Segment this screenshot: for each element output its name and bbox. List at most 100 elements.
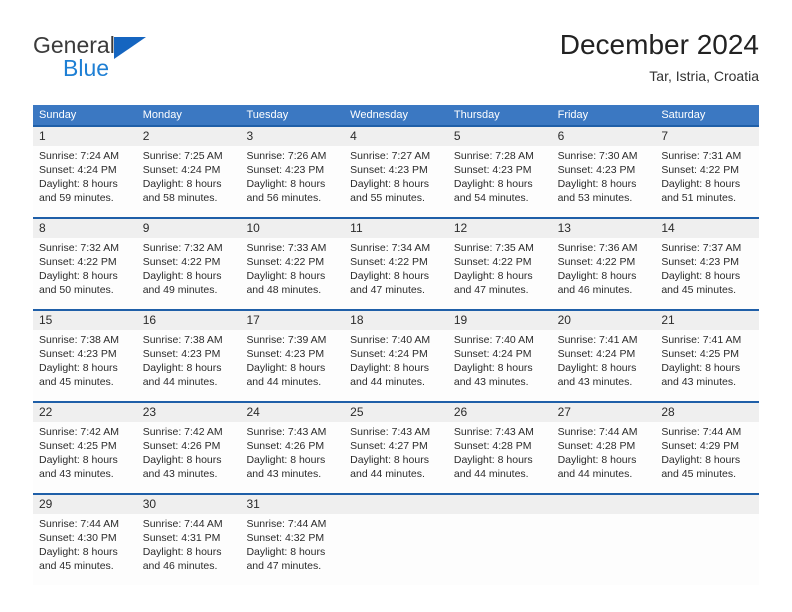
daylight-text2: and 43 minutes. (557, 376, 633, 388)
day-number[interactable]: 24 (240, 403, 344, 422)
sunset-text: Sunset: 4:24 PM (350, 348, 428, 360)
day-cell[interactable]: Sunrise: 7:33 AM Sunset: 4:22 PM Dayligh… (240, 238, 344, 309)
day-cell[interactable]: Sunrise: 7:28 AM Sunset: 4:23 PM Dayligh… (448, 146, 552, 217)
day-cell[interactable]: Sunrise: 7:43 AM Sunset: 4:26 PM Dayligh… (240, 422, 344, 493)
day-number[interactable]: 11 (344, 219, 448, 238)
day-number[interactable]: 19 (448, 311, 552, 330)
weekday-header-saturday: Saturday (661, 109, 706, 121)
day-cell[interactable]: Sunrise: 7:30 AM Sunset: 4:23 PM Dayligh… (552, 146, 656, 217)
day-number[interactable]: 27 (552, 403, 656, 422)
sunrise-text: Sunrise: 7:44 AM (246, 518, 327, 530)
week-info-strip: Sunrise: 7:38 AM Sunset: 4:23 PM Dayligh… (33, 330, 759, 401)
day-number[interactable]: 13 (552, 219, 656, 238)
page-subtitle: Tar, Istria, Croatia (649, 68, 759, 84)
day-number[interactable]: 17 (240, 311, 344, 330)
sunrise-text: Sunrise: 7:35 AM (453, 242, 534, 254)
weekday-header-thursday: Thursday (453, 109, 500, 121)
day-cell[interactable]: Sunrise: 7:34 AM Sunset: 4:22 PM Dayligh… (344, 238, 448, 309)
day-cell[interactable]: Sunrise: 7:37 AM Sunset: 4:23 PM Dayligh… (655, 238, 759, 309)
day-number[interactable]: 10 (240, 219, 344, 238)
day-cell[interactable]: Sunrise: 7:44 AM Sunset: 4:32 PM Dayligh… (240, 514, 344, 585)
day-number[interactable]: 9 (137, 219, 241, 238)
day-number[interactable]: 23 (137, 403, 241, 422)
sunrise-text: Sunrise: 7:30 AM (557, 150, 638, 162)
sunset-text: Sunset: 4:23 PM (453, 164, 532, 176)
daylight-text: Daylight: 8 hours (557, 362, 637, 374)
day-number[interactable]: 3 (240, 127, 344, 146)
day-cell[interactable]: Sunrise: 7:40 AM Sunset: 4:24 PM Dayligh… (344, 330, 448, 401)
day-number[interactable]: 2 (137, 127, 241, 146)
brand-logo[interactable]: General Blue (33, 32, 253, 92)
day-number[interactable]: 29 (33, 495, 137, 514)
sunrise-text: Sunrise: 7:44 AM (39, 518, 119, 530)
day-cell[interactable]: Sunrise: 7:39 AM Sunset: 4:23 PM Dayligh… (240, 330, 344, 401)
day-number[interactable]: 30 (137, 495, 241, 514)
day-number[interactable]: 22 (33, 403, 137, 422)
daylight-text: Daylight: 8 hours (661, 270, 741, 282)
day-cell[interactable]: Sunrise: 7:44 AM Sunset: 4:31 PM Dayligh… (137, 514, 241, 585)
day-number[interactable]: 8 (33, 219, 137, 238)
sunset-text: Sunset: 4:23 PM (557, 164, 636, 176)
day-cell[interactable]: Sunrise: 7:42 AM Sunset: 4:26 PM Dayligh… (137, 422, 241, 493)
day-cell[interactable]: Sunrise: 7:32 AM Sunset: 4:22 PM Dayligh… (33, 238, 137, 309)
day-cell[interactable]: Sunrise: 7:41 AM Sunset: 4:24 PM Dayligh… (552, 330, 656, 401)
sunset-text: Sunset: 4:23 PM (246, 164, 325, 176)
sunset-text: Sunset: 4:23 PM (142, 348, 221, 360)
daylight-text2: and 43 minutes. (39, 468, 114, 480)
day-cell[interactable]: Sunrise: 7:38 AM Sunset: 4:23 PM Dayligh… (33, 330, 137, 401)
daylight-text: Daylight: 8 hours (661, 178, 741, 190)
day-number[interactable]: 12 (448, 219, 552, 238)
day-cell[interactable]: Sunrise: 7:44 AM Sunset: 4:28 PM Dayligh… (552, 422, 656, 493)
day-number[interactable]: 14 (655, 219, 759, 238)
daylight-text: Daylight: 8 hours (453, 178, 533, 190)
day-number[interactable]: 25 (344, 403, 448, 422)
day-number[interactable]: 20 (552, 311, 656, 330)
day-number[interactable]: 1 (33, 127, 137, 146)
day-number[interactable]: 5 (448, 127, 552, 146)
sunrise-text: Sunrise: 7:43 AM (246, 426, 327, 438)
sunset-text: Sunset: 4:22 PM (661, 164, 739, 176)
daylight-text2: and 44 minutes. (453, 468, 529, 480)
daylight-text2: and 44 minutes. (557, 468, 633, 480)
day-cell[interactable]: Sunrise: 7:43 AM Sunset: 4:27 PM Dayligh… (344, 422, 448, 493)
day-cell[interactable]: Sunrise: 7:26 AM Sunset: 4:23 PM Dayligh… (240, 146, 344, 217)
day-cell[interactable]: Sunrise: 7:25 AM Sunset: 4:24 PM Dayligh… (137, 146, 241, 217)
day-cell[interactable]: Sunrise: 7:32 AM Sunset: 4:22 PM Dayligh… (137, 238, 241, 309)
day-number[interactable]: 28 (655, 403, 759, 422)
day-cell[interactable]: Sunrise: 7:41 AM Sunset: 4:25 PM Dayligh… (655, 330, 759, 401)
sunset-text: Sunset: 4:23 PM (246, 348, 325, 360)
day-cell[interactable]: Sunrise: 7:35 AM Sunset: 4:22 PM Dayligh… (448, 238, 552, 309)
day-cell[interactable]: Sunrise: 7:31 AM Sunset: 4:22 PM Dayligh… (655, 146, 759, 217)
day-number[interactable]: 6 (552, 127, 656, 146)
page-title: December 2024 (559, 29, 759, 60)
daylight-text: Daylight: 8 hours (246, 454, 326, 466)
day-cell[interactable]: Sunrise: 7:42 AM Sunset: 4:25 PM Dayligh… (33, 422, 137, 493)
day-number[interactable]: 7 (655, 127, 759, 146)
day-cell[interactable]: Sunrise: 7:27 AM Sunset: 4:23 PM Dayligh… (344, 146, 448, 217)
day-number[interactable]: 31 (240, 495, 344, 514)
week-info-strip: Sunrise: 7:44 AM Sunset: 4:30 PM Dayligh… (33, 514, 759, 585)
week-info-strip: Sunrise: 7:32 AM Sunset: 4:22 PM Dayligh… (33, 238, 759, 309)
day-cell[interactable]: Sunrise: 7:43 AM Sunset: 4:28 PM Dayligh… (448, 422, 552, 493)
sunrise-text: Sunrise: 7:32 AM (142, 242, 223, 254)
day-cell[interactable]: Sunrise: 7:44 AM Sunset: 4:30 PM Dayligh… (33, 514, 137, 585)
daylight-text: Daylight: 8 hours (246, 178, 326, 190)
day-number[interactable]: 4 (344, 127, 448, 146)
sunset-text: Sunset: 4:22 PM (142, 256, 221, 268)
day-number[interactable]: 21 (655, 311, 759, 330)
day-number[interactable]: 15 (33, 311, 137, 330)
day-number[interactable]: 26 (448, 403, 552, 422)
day-cell[interactable]: Sunrise: 7:38 AM Sunset: 4:23 PM Dayligh… (137, 330, 241, 401)
day-cell[interactable]: Sunrise: 7:40 AM Sunset: 4:24 PM Dayligh… (448, 330, 552, 401)
daylight-text: Daylight: 8 hours (557, 270, 637, 282)
day-number[interactable]: 18 (344, 311, 448, 330)
day-cell[interactable]: Sunrise: 7:24 AM Sunset: 4:24 PM Dayligh… (33, 146, 137, 217)
daylight-text2: and 56 minutes. (246, 192, 322, 204)
daylight-text2: and 55 minutes. (350, 192, 425, 204)
calendar-page: General Blue December 2024 Tar, Istria, … (0, 0, 792, 612)
daylight-text2: and 54 minutes. (453, 192, 529, 204)
daylight-text2: and 43 minutes. (142, 468, 218, 480)
day-cell[interactable]: Sunrise: 7:36 AM Sunset: 4:22 PM Dayligh… (552, 238, 656, 309)
day-number[interactable]: 16 (137, 311, 241, 330)
day-cell[interactable]: Sunrise: 7:44 AM Sunset: 4:29 PM Dayligh… (655, 422, 759, 493)
